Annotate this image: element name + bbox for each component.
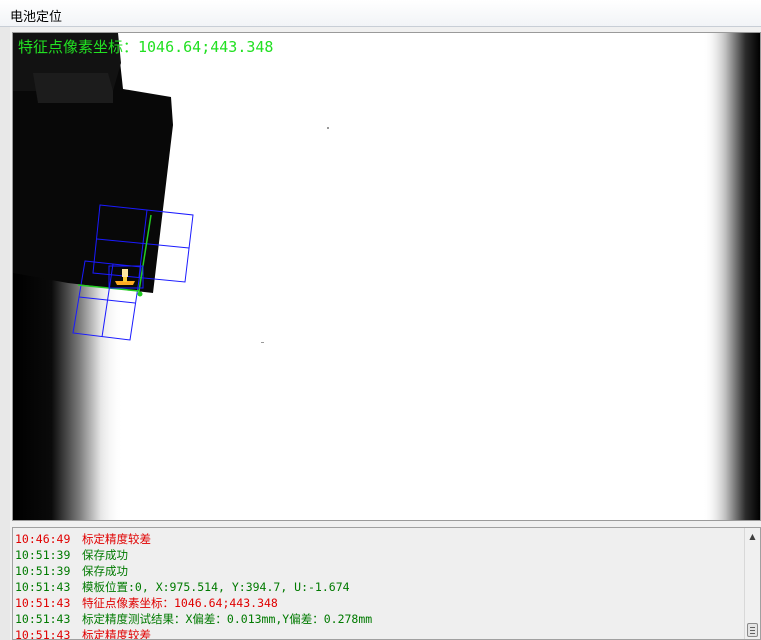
speck xyxy=(327,127,329,129)
speck xyxy=(261,342,264,343)
scroll-thumb[interactable] xyxy=(747,623,758,637)
log-entry-message: 标定精度测试结果：X偏差：0.013mm,Y偏差：0.278mm xyxy=(82,612,373,626)
log-entry-message: 保存成功 xyxy=(82,564,128,578)
log-scrollbar[interactable]: ▲ xyxy=(744,528,760,639)
log-panel[interactable]: 10:46:49 标定精度较差 10:51:39 保存成功 10:51:39 保存成功 10… xyxy=(12,527,761,640)
log-entry: 10:51:39 保存成功 xyxy=(15,547,743,563)
log-entry-message: 模板位置:0, X:975.514, Y:394.7, U:-1.674 xyxy=(82,580,350,594)
scroll-thumb-grip-icon xyxy=(750,627,755,628)
log-entry: 10:51:43 标定精度测试结果：X偏差：0.013mm,Y偏差：0.278mm xyxy=(15,611,743,627)
log-entry-time: 10:51:39 xyxy=(15,564,71,578)
right-shadow xyxy=(703,33,760,520)
feature-coordinate-overlay: 特征点像素坐标：1046.64;443.348 xyxy=(18,38,274,56)
log-entry-time: 10:51:43 xyxy=(15,580,71,594)
window-title: 电池定位 xyxy=(10,10,63,25)
camera-frame-image xyxy=(13,33,760,520)
log-entry: 10:51:39 保存成功 xyxy=(15,563,743,579)
log-entry-time: 10:51:43 xyxy=(15,596,71,610)
left-edge-strip xyxy=(0,27,10,640)
log-entry-message: 标定精度较差 xyxy=(82,532,151,546)
title-bar: 电池定位 xyxy=(0,0,761,27)
battery-ridge xyxy=(33,73,113,103)
log-list: 10:46:49 标定精度较差 10:51:39 保存成功 10:51:39 保存成功 10… xyxy=(15,531,743,640)
log-entry-time: 10:51:39 xyxy=(15,548,71,562)
edge-point xyxy=(137,291,143,297)
log-entry-message: 保存成功 xyxy=(82,548,128,562)
log-entry-time: 10:46:49 xyxy=(15,532,71,546)
log-entry-message: 标定精度较差 xyxy=(82,628,151,640)
app-window: 电池定位 特征点像素坐标：1046.64;443.348 10:46:49 标定… xyxy=(0,0,761,640)
log-entry: 10:51:43 模板位置:0, X:975.514, Y:394.7, U:-1… xyxy=(15,579,743,595)
log-entry: 10:51:43 标定精度较差 xyxy=(15,627,743,640)
log-entry-message: 特征点像素坐标：1046.64;443.348 xyxy=(82,596,278,610)
log-entry: 10:51:43 特征点像素坐标：1046.64;443.348 xyxy=(15,595,743,611)
log-entry: 10:46:49 标定精度较差 xyxy=(15,531,743,547)
log-entry-time: 10:51:43 xyxy=(15,612,71,626)
camera-image-viewer[interactable]: 特征点像素坐标：1046.64;443.348 xyxy=(12,32,761,521)
scroll-up-arrow-icon[interactable]: ▲ xyxy=(745,530,760,544)
scroll-thumb-grip-icon xyxy=(750,633,755,634)
scroll-thumb-grip-icon xyxy=(750,630,755,631)
log-entry-time: 10:51:43 xyxy=(15,628,71,640)
